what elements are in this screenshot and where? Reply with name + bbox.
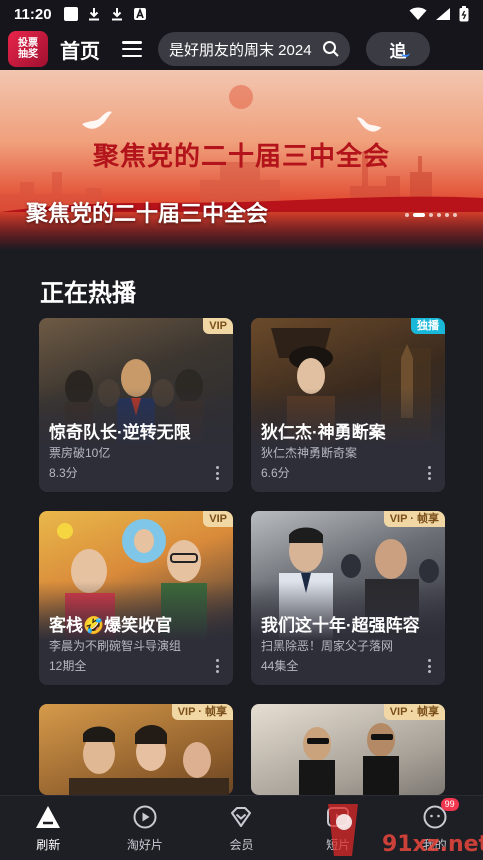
nav-label: 短片 xyxy=(326,837,351,852)
home-title[interactable]: 首页 xyxy=(60,35,100,64)
search-icon xyxy=(323,41,339,57)
refresh-triangle-icon xyxy=(36,805,61,828)
card-title: 我们这十年·超强阵容 xyxy=(261,616,420,635)
hero-banner[interactable]: 聚焦党的二十届三中全会 聚焦党的二十届三中全会 xyxy=(0,70,483,250)
menu-icon[interactable] xyxy=(122,41,142,57)
nav-item-vip[interactable]: 会员 xyxy=(201,804,281,853)
app-a-icon xyxy=(133,7,146,20)
video-card[interactable]: VIP · 帧享 xyxy=(39,704,233,795)
short-video-icon xyxy=(327,806,350,827)
video-card[interactable]: VIP · 帧享 xyxy=(251,704,445,795)
video-card[interactable]: 独播 狄仁杰·神勇断案 狄仁杰神勇断奇案 6.6分 xyxy=(251,318,445,492)
nav-item-shorts[interactable]: 短片 xyxy=(298,804,378,853)
wifi-icon xyxy=(409,7,427,20)
card-subtitle: 票房破10亿 xyxy=(49,446,111,460)
carousel-dot[interactable] xyxy=(429,213,433,217)
carousel-dot[interactable] xyxy=(453,213,457,217)
vip-premium-badge: VIP · 帧享 xyxy=(383,511,445,527)
more-options-icon[interactable] xyxy=(215,466,219,480)
card-rating: 8.3分 xyxy=(49,466,78,480)
vip-badge: VIP xyxy=(203,511,233,527)
play-circle-icon xyxy=(133,805,157,828)
card-episodes: 44集全 xyxy=(261,659,299,673)
card-subtitle: 扫黑除恶！周家父子落网 xyxy=(261,639,394,653)
vote-lottery-logo[interactable]: 投票 抽奖 xyxy=(8,31,48,67)
nav-item-refresh[interactable]: 刷新 xyxy=(8,804,88,853)
follow-accent-icon xyxy=(401,51,410,57)
video-card[interactable]: VIP 惊奇队长·逆转无限 票房破10亿 8.3分 xyxy=(39,318,233,492)
follow-button[interactable]: 追 xyxy=(366,32,430,66)
search-text: 是好朋友的周末 2024 xyxy=(169,41,312,59)
bottom-navigation: 刷新 淘好片 会员 短片 我的 99 xyxy=(0,795,483,860)
carousel-dot[interactable] xyxy=(437,213,441,217)
party-emblem-icon xyxy=(229,85,253,109)
banner-caption: 聚焦党的二十届三中全会 xyxy=(26,201,269,226)
vip-premium-badge: VIP · 帧享 xyxy=(383,704,445,720)
nav-label: 刷新 xyxy=(36,837,61,852)
notification-square-icon xyxy=(63,7,78,21)
card-rating: 6.6分 xyxy=(261,466,290,480)
download-icon xyxy=(111,8,122,21)
carousel-dot[interactable] xyxy=(405,213,409,217)
carousel-dot-active[interactable] xyxy=(413,213,425,217)
dove-icon xyxy=(356,117,382,132)
nav-item-profile[interactable]: 我的 99 xyxy=(395,797,475,853)
diamond-icon xyxy=(231,806,252,827)
card-title: 狄仁杰·神勇断案 xyxy=(261,423,386,442)
video-card[interactable]: VIP 客栈🤣爆笑收官 李晨为不刷碗智斗导演组 12期全 xyxy=(39,511,233,685)
carousel-indicator[interactable] xyxy=(405,213,457,217)
dove-icon xyxy=(82,111,112,129)
nav-label: 会员 xyxy=(229,837,254,852)
exclusive-badge: 独播 xyxy=(411,318,445,334)
nav-label: 淘好片 xyxy=(126,837,163,852)
video-card[interactable]: VIP · 帧享 我们这十年·超强阵容 扫黑除恶！周家父子落网 44集全 xyxy=(251,511,445,685)
status-bar: 11:20 xyxy=(0,0,483,28)
vip-badge: VIP xyxy=(203,318,233,334)
vip-premium-badge: VIP · 帧享 xyxy=(171,704,233,720)
card-title: 客栈🤣爆笑收官 xyxy=(49,616,173,635)
card-subtitle: 李晨为不刷碗智斗导演组 xyxy=(49,639,182,653)
card-subtitle: 狄仁杰神勇断奇案 xyxy=(261,446,358,460)
nav-label: 我的 xyxy=(422,837,447,852)
card-title: 惊奇队长·逆转无限 xyxy=(49,423,191,442)
status-time: 11:20 xyxy=(14,5,52,23)
banner-headline: 聚焦党的二十届三中全会 xyxy=(92,142,390,172)
more-options-icon[interactable] xyxy=(427,659,431,673)
signal-icon xyxy=(436,8,450,20)
more-options-icon[interactable] xyxy=(215,659,219,673)
battery-icon xyxy=(459,6,469,22)
card-episodes: 12期全 xyxy=(49,659,87,673)
top-header: 投票 抽奖 首页 是好朋友的周末 2024 追 xyxy=(0,28,483,70)
section-title-now-playing: 正在热播 xyxy=(40,280,136,307)
search-input[interactable]: 是好朋友的周末 2024 xyxy=(158,32,350,66)
download-icon xyxy=(88,8,99,21)
notification-badge: 99 xyxy=(440,797,459,811)
carousel-dot[interactable] xyxy=(445,213,449,217)
more-options-icon[interactable] xyxy=(427,466,431,480)
nav-item-discover[interactable]: 淘好片 xyxy=(105,804,185,853)
